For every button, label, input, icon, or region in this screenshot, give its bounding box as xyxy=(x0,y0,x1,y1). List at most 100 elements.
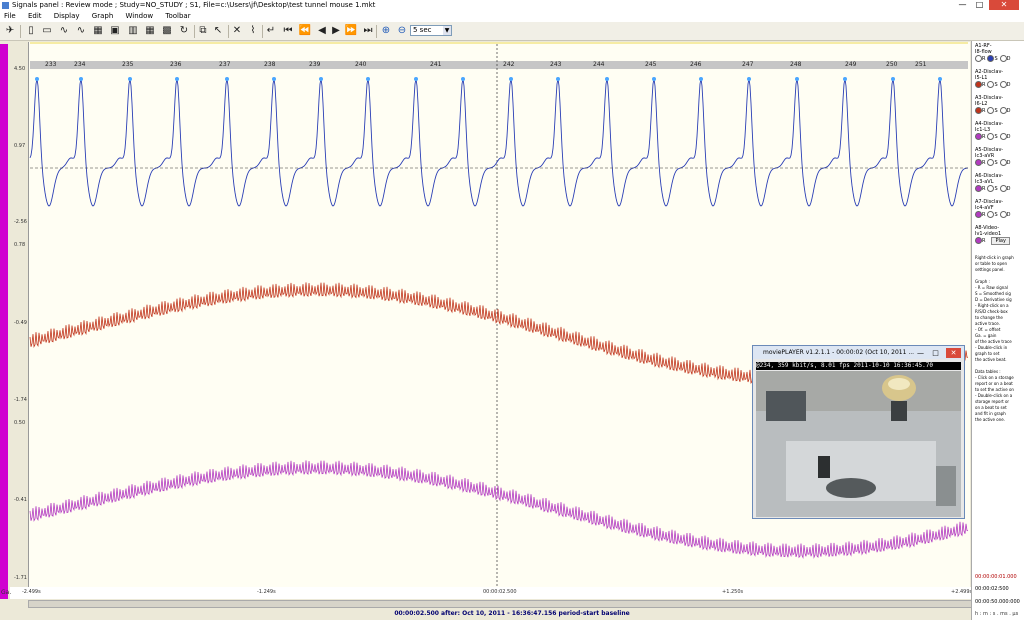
play-button[interactable]: Play xyxy=(991,237,1010,245)
peak-marker xyxy=(556,77,560,81)
rsd-selector[interactable]: RSD xyxy=(975,133,1013,141)
rsd-label: D xyxy=(1006,212,1011,218)
time-units: h : m : s . ms . µs xyxy=(975,611,1019,617)
rsd-radio[interactable] xyxy=(975,237,982,244)
y-label: 0.50 xyxy=(14,420,26,426)
help-text-line: storage report or xyxy=(975,399,1010,404)
rsd-radio[interactable] xyxy=(975,211,982,218)
help-text-line: the active beat. xyxy=(975,357,1007,362)
help-text-line: report or on a beat xyxy=(975,381,1013,386)
rsd-radio[interactable] xyxy=(999,133,1007,140)
video-info-overlay: @234, 359 kbit/s, 8.01 fps 2011-10-10 16… xyxy=(756,362,961,370)
rsd-label: R xyxy=(982,186,986,192)
rsd-label: D xyxy=(1006,186,1011,192)
rsd-selector[interactable]: R Play xyxy=(975,237,1010,245)
rsd-label: R xyxy=(982,134,986,140)
help-text-line: settings panel. xyxy=(975,267,1005,272)
help-text-line: to change the xyxy=(975,315,1003,320)
rsd-radio[interactable] xyxy=(975,185,982,192)
help-text-line: S = Smoothed sig xyxy=(975,291,1011,296)
peak-marker xyxy=(366,77,370,81)
rsd-radio[interactable] xyxy=(999,55,1007,62)
help-text-line: on a beat to set xyxy=(975,405,1007,410)
time-display-1: 00:00:00:01.000 xyxy=(975,574,1017,580)
rsd-label: R xyxy=(982,82,986,88)
help-text-line: to set the active on xyxy=(975,387,1014,392)
rsd-selector[interactable]: RSD xyxy=(975,185,1013,193)
player-close-button[interactable]: ✕ xyxy=(946,348,961,358)
movie-player-window[interactable]: moviePLAYER v1.2.1.1 - 00:00:02 (Oct 10,… xyxy=(752,345,965,519)
peak-marker xyxy=(605,77,609,81)
rsd-radio[interactable] xyxy=(999,81,1007,88)
x-tick: 00:00:02.500 xyxy=(483,589,517,595)
peak-marker xyxy=(938,77,942,81)
y-label: 0.78 xyxy=(14,242,26,248)
rsd-label: D xyxy=(1006,160,1011,166)
y-label: -2.56 xyxy=(14,219,27,225)
rsd-label: D xyxy=(1006,108,1011,114)
flow-trace xyxy=(29,78,968,207)
rsd-radio[interactable] xyxy=(975,55,982,62)
help-text-line: Ga. = gain xyxy=(975,333,997,338)
help-text-line: active trace. xyxy=(975,321,1001,326)
help-text-line: graph to set xyxy=(975,351,1000,356)
rsd-label: D xyxy=(1006,56,1011,62)
horizontal-scrollbar[interactable] xyxy=(28,600,972,608)
peak-marker xyxy=(35,77,39,81)
rsd-radio[interactable] xyxy=(975,107,982,114)
peak-marker xyxy=(795,77,799,81)
peak-marker xyxy=(272,77,276,81)
rsd-selector[interactable]: RSD xyxy=(975,55,1013,63)
rsd-radio[interactable] xyxy=(975,81,982,88)
help-text-line: R/S/D check-box xyxy=(975,309,1008,314)
x-tick: -2.499s xyxy=(22,589,41,595)
peak-marker xyxy=(652,77,656,81)
rsd-label: R xyxy=(982,160,986,166)
x-tick: -1.249s xyxy=(257,589,276,595)
help-text-line: of the active trace xyxy=(975,339,1012,344)
player-minimize-button[interactable]: — xyxy=(913,348,928,358)
y-label: -1.74 xyxy=(14,397,27,403)
rsd-selector[interactable]: RSD xyxy=(975,81,1013,89)
help-text-line: Data tables : xyxy=(975,369,1001,374)
help-text-line: - Click on a storage xyxy=(975,375,1014,380)
rsd-label: R xyxy=(982,238,986,244)
peak-marker xyxy=(843,77,847,81)
video-frame[interactable] xyxy=(756,371,961,517)
peak-marker xyxy=(79,77,83,81)
rsd-label: S xyxy=(994,186,998,192)
rsd-radio[interactable] xyxy=(975,133,982,140)
rsd-selector[interactable]: RSD xyxy=(975,107,1013,115)
y-label: 0.97 xyxy=(14,143,26,149)
peak-marker xyxy=(509,77,513,81)
peak-marker xyxy=(175,77,179,81)
x-tick: +1.250s xyxy=(722,589,744,595)
rsd-radio[interactable] xyxy=(975,159,982,166)
rsd-label: R xyxy=(982,56,986,62)
rsd-label: S xyxy=(994,160,998,166)
rsd-label: R xyxy=(982,108,986,114)
rsd-label: R xyxy=(982,212,986,218)
status-bar: 00:00:02.500 after: Oct 10, 2011 - 16:36… xyxy=(0,608,1024,620)
rsd-selector[interactable]: RSD xyxy=(975,159,1013,167)
rsd-label: S xyxy=(994,212,998,218)
help-text-line: - Right-click on a xyxy=(975,303,1009,308)
rsd-selector[interactable]: RSD xyxy=(975,211,1013,219)
rsd-radio[interactable] xyxy=(999,185,1007,192)
peak-marker xyxy=(747,77,751,81)
rsd-radio[interactable] xyxy=(999,211,1007,218)
gain-label: Ga. xyxy=(1,589,12,596)
rsd-radio[interactable] xyxy=(999,159,1007,166)
rsd-label: D xyxy=(1006,82,1011,88)
help-text-line: - Of. = offset xyxy=(975,327,1001,332)
player-maximize-button[interactable]: □ xyxy=(928,348,943,358)
rsd-radio[interactable] xyxy=(999,107,1007,114)
help-text-line: or table to open xyxy=(975,261,1008,266)
peak-marker xyxy=(319,77,323,81)
signal-traces xyxy=(29,42,969,589)
rsd-label: S xyxy=(994,56,998,62)
x-tick: +2.499s xyxy=(951,589,973,595)
help-text-line: the active one. xyxy=(975,417,1005,422)
help-text-line: and fit in graph xyxy=(975,411,1006,416)
y-label: -0.41 xyxy=(14,497,27,503)
